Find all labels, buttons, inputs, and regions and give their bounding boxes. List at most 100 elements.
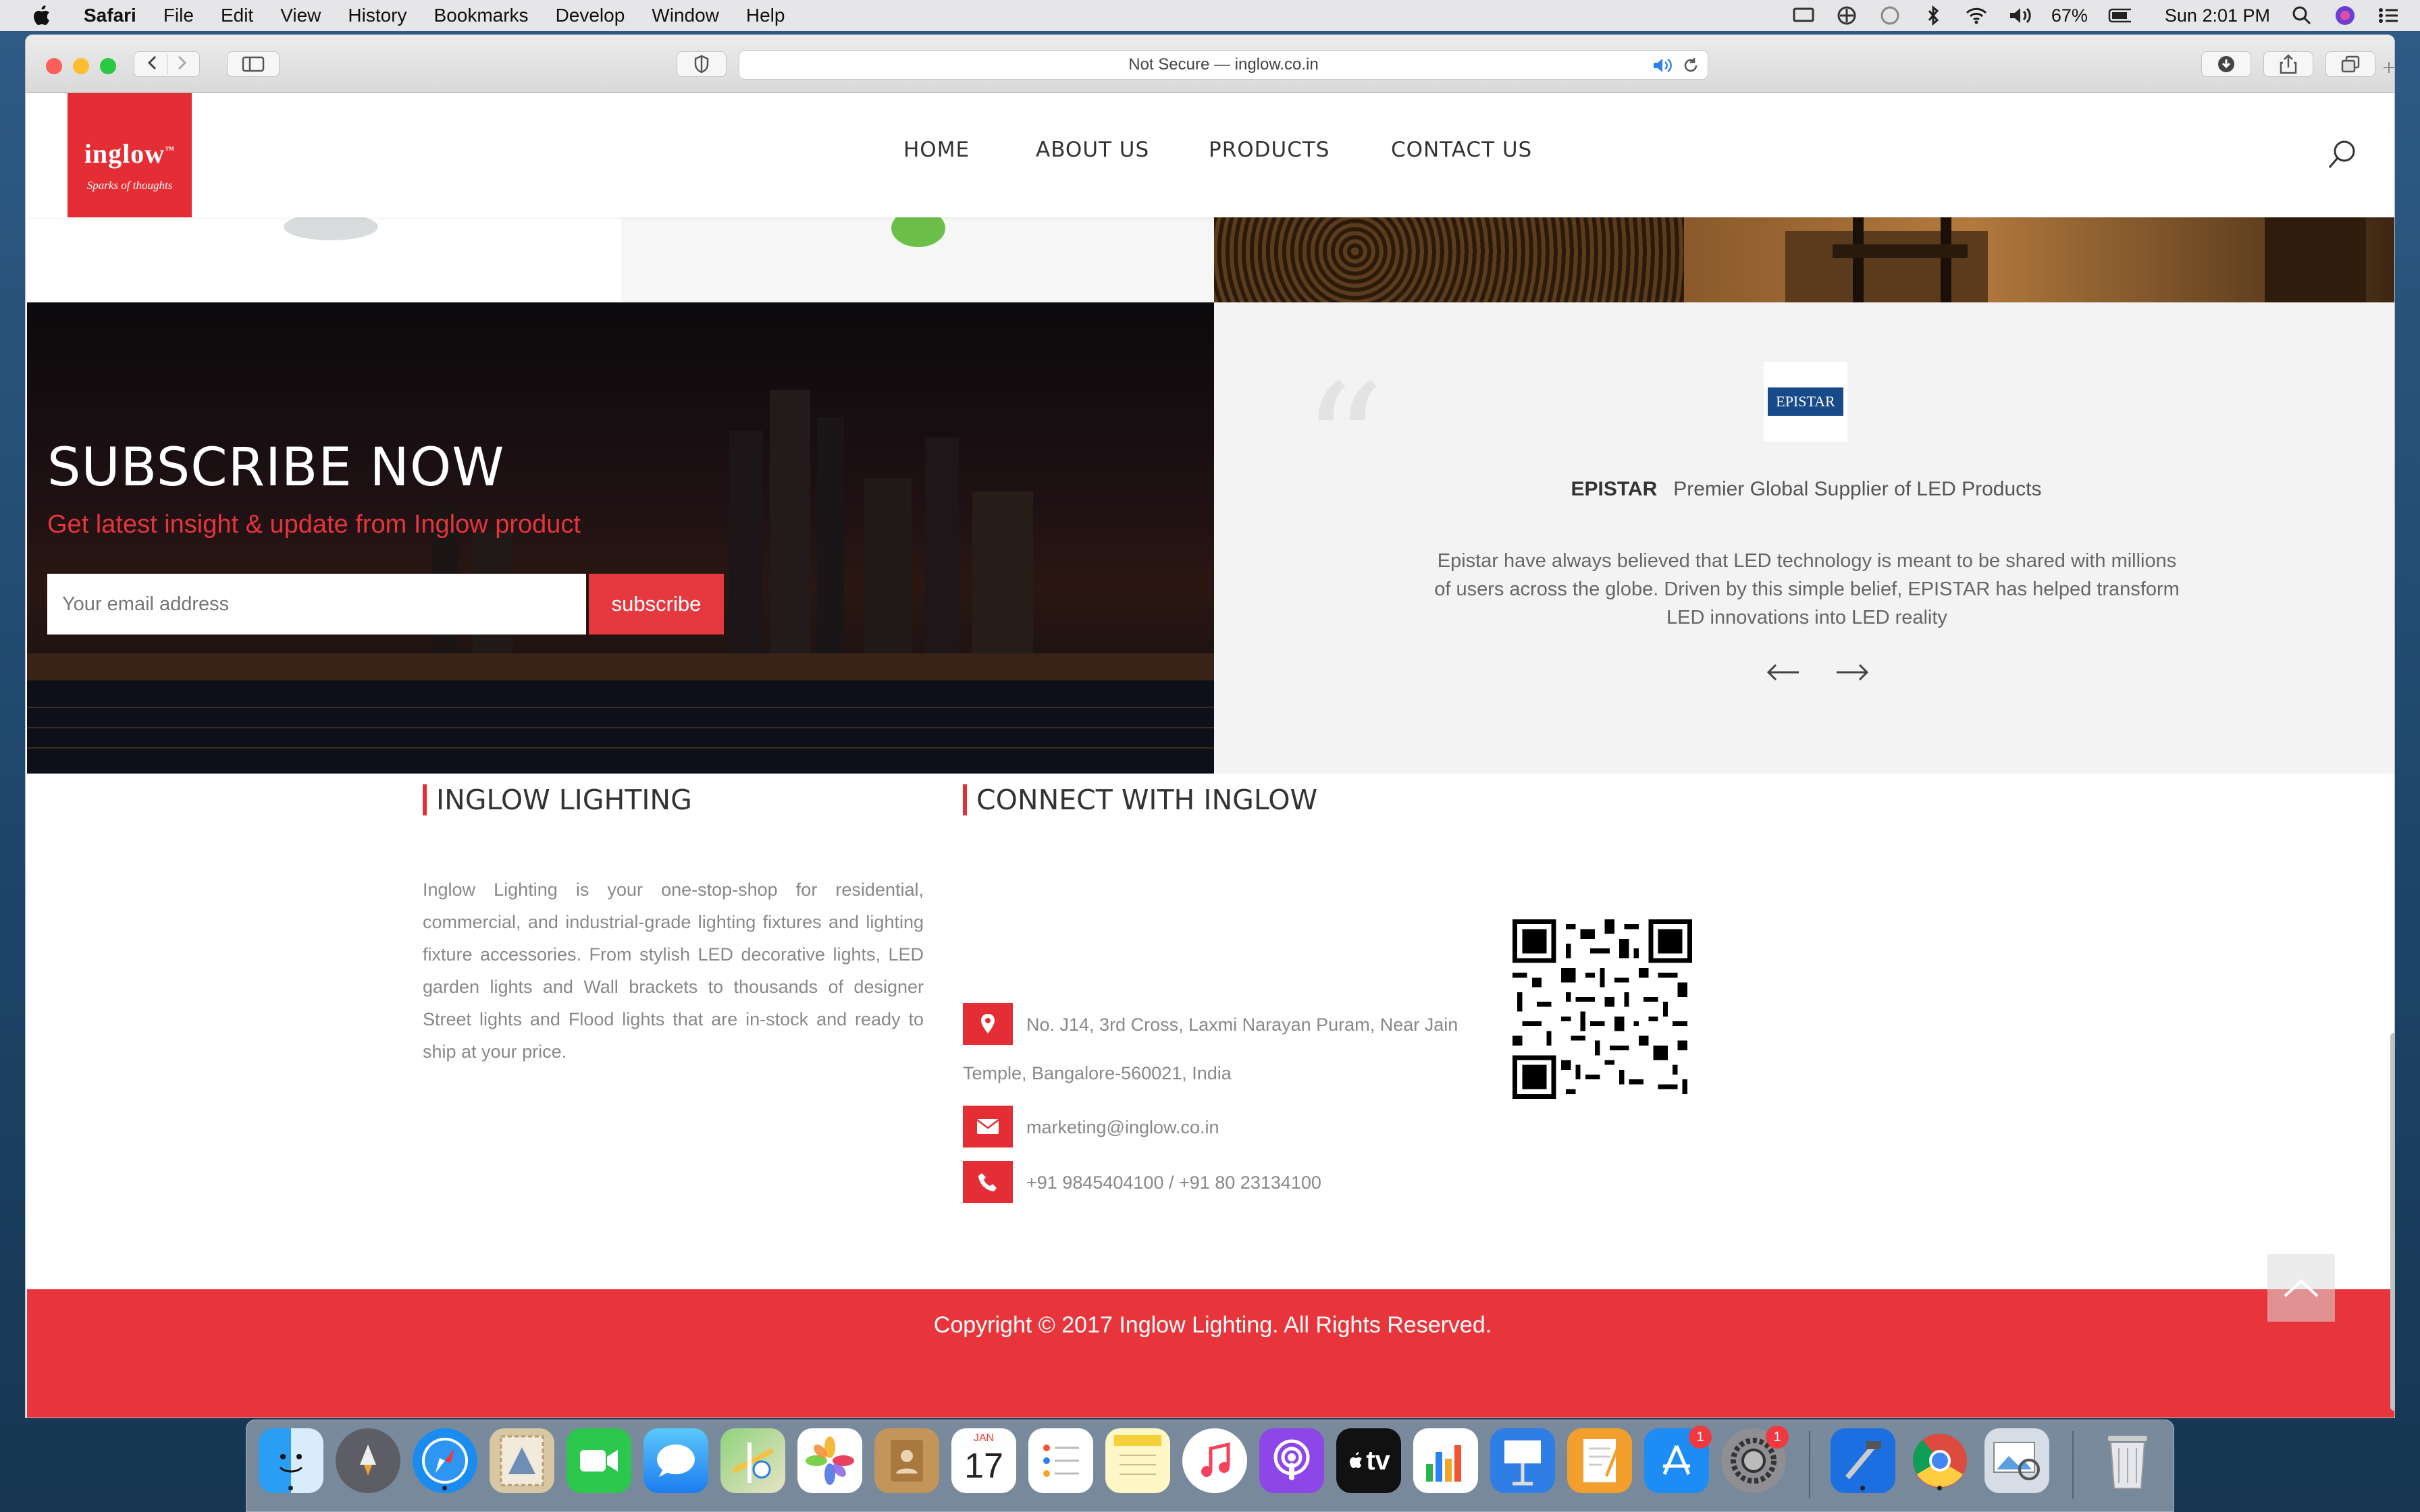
calendar-day: 17	[964, 1447, 1003, 1486]
launchpad-icon[interactable]	[336, 1428, 400, 1493]
zoom-window-button[interactable]	[100, 58, 116, 74]
xcode-icon[interactable]	[1831, 1428, 1895, 1493]
vpn-icon[interactable]	[1835, 4, 1858, 27]
messages-icon[interactable]	[643, 1428, 708, 1493]
menu-bookmarks[interactable]: Bookmarks	[434, 5, 529, 26]
subscribe-button[interactable]: subscribe	[589, 574, 724, 634]
volume-icon[interactable]	[2008, 4, 2031, 27]
nav-products[interactable]: PRODUCTS	[1209, 138, 1330, 162]
nav-contact-us[interactable]: CONTACT US	[1391, 138, 1532, 162]
copyright-bar: Copyright © 2017 Inglow Lighting. All Ri…	[27, 1289, 2394, 1418]
menu-edit[interactable]: Edit	[221, 5, 253, 26]
product-tile[interactable]	[27, 217, 621, 302]
menu-help[interactable]: Help	[746, 5, 785, 26]
safari-icon[interactable]	[413, 1428, 477, 1493]
subscribe-subtitle: Get latest insight & update from Inglow …	[47, 510, 581, 539]
reload-icon[interactable]	[1682, 57, 1700, 79]
facetime-icon[interactable]	[567, 1428, 631, 1493]
nav-about-us[interactable]: ABOUT US	[1036, 138, 1149, 162]
testimonial-name: EPISTAR	[1571, 478, 1658, 500]
spotlight-icon[interactable]	[2290, 4, 2313, 27]
apple-icon[interactable]	[27, 5, 57, 26]
menu-view[interactable]: View	[280, 5, 321, 26]
menu-app-name[interactable]: Safari	[84, 5, 136, 26]
preview-icon[interactable]	[1984, 1428, 2049, 1493]
site-search-icon[interactable]	[2327, 139, 2357, 173]
share-button[interactable]	[2263, 51, 2313, 77]
notification-center-icon[interactable]	[2377, 4, 2400, 27]
scroll-to-top-button[interactable]	[2267, 1254, 2335, 1322]
mail-stamp-icon[interactable]	[490, 1428, 554, 1493]
system-preferences-icon[interactable]: 1	[1721, 1426, 1789, 1493]
calendar-icon[interactable]: JAN 17	[951, 1428, 1016, 1493]
menu-file[interactable]: File	[163, 5, 194, 26]
testimonial-section: “ EPISTAR EPISTAR Premier Global Supplier…	[1214, 302, 2394, 774]
inglow-logo[interactable]: inglow™ Sparks of thoughts	[68, 93, 192, 217]
gallery-image[interactable]	[1214, 217, 1684, 302]
page-scrollbar[interactable]	[2390, 1033, 2394, 1411]
menu-develop[interactable]: Develop	[556, 5, 625, 26]
footer-connect-heading: CONNECT WITH INGLOW	[963, 784, 1317, 815]
forward-icon[interactable]	[174, 55, 189, 74]
maps-icon[interactable]	[720, 1428, 785, 1493]
site-header: inglow™ Sparks of thoughts HOME ABOUT US…	[27, 93, 2394, 217]
back-forward-buttons[interactable]	[134, 51, 200, 77]
epistar-logo: EPISTAR	[1764, 362, 1847, 441]
apple-tv-icon[interactable]: tv	[1336, 1428, 1401, 1493]
testimonial-role: Premier Global Supplier of LED Products	[1673, 478, 2042, 500]
epistar-logo-text: EPISTAR	[1768, 387, 1843, 416]
product-tile[interactable]	[621, 217, 1214, 302]
numbers-icon[interactable]	[1413, 1428, 1478, 1493]
footer-email-link[interactable]: marketing@inglow.co.in	[1026, 1103, 1219, 1152]
logo-trademark: ™	[165, 145, 176, 156]
new-tab-icon[interactable]	[2384, 62, 2394, 76]
running-indicator	[1860, 1486, 1865, 1490]
finder-icon[interactable]	[259, 1428, 323, 1493]
sidebar-toggle-button[interactable]	[227, 51, 280, 77]
address-bar[interactable]: Not Secure — inglow.co.in	[739, 50, 1708, 80]
display-icon[interactable]	[1792, 4, 1815, 27]
address-text: Not Secure — inglow.co.in	[1128, 55, 1319, 74]
privacy-shield-button[interactable]	[677, 51, 727, 77]
keynote-icon[interactable]	[1490, 1428, 1555, 1493]
music-icon[interactable]	[1182, 1428, 1247, 1493]
siri-icon[interactable]	[2334, 4, 2357, 27]
audio-playing-icon[interactable]	[1652, 57, 1674, 79]
email-icon	[963, 1106, 1013, 1148]
email-input[interactable]	[47, 574, 586, 634]
quote-icon: “	[1302, 350, 1385, 539]
notes-icon[interactable]	[1105, 1428, 1170, 1493]
prev-arrow-icon[interactable]	[1764, 660, 1804, 684]
battery-percent: 67%	[2051, 5, 2088, 26]
tabs-overview-button[interactable]	[2325, 51, 2375, 77]
back-icon[interactable]	[145, 55, 160, 74]
footer-phone: +91 9845404100 / +91 80 23134100	[1026, 1172, 1321, 1193]
nav-home[interactable]: HOME	[903, 138, 970, 162]
app-store-icon[interactable]: 1	[1644, 1426, 1712, 1493]
pages-icon[interactable]	[1567, 1428, 1632, 1493]
photos-icon[interactable]	[797, 1428, 862, 1493]
bluetooth-icon[interactable]	[1922, 4, 1945, 27]
running-indicator	[442, 1486, 447, 1490]
menu-history[interactable]: History	[348, 5, 406, 26]
copyright-text: Copyright © 2017 Inglow Lighting. All Ri…	[933, 1312, 1492, 1338]
logo-tagline: Sparks of thoughts	[86, 179, 173, 192]
wifi-icon[interactable]	[1965, 4, 1988, 27]
minimize-window-button[interactable]	[73, 58, 89, 74]
battery-icon[interactable]	[2108, 4, 2131, 27]
podcasts-icon[interactable]	[1259, 1428, 1324, 1493]
menu-bar: Safari File Edit View History Bookmarks …	[0, 0, 2420, 31]
search-tool-icon[interactable]	[1878, 4, 1901, 27]
trash-icon[interactable]	[2095, 1428, 2160, 1493]
dock-divider	[1809, 1431, 1810, 1498]
contacts-icon[interactable]	[874, 1428, 939, 1493]
reminders-icon[interactable]	[1028, 1428, 1093, 1493]
footer-about-text: Inglow Lighting is your one-stop-shop fo…	[423, 880, 924, 1062]
close-window-button[interactable]	[46, 58, 62, 74]
next-arrow-icon[interactable]	[1831, 660, 1872, 684]
menu-window[interactable]: Window	[652, 5, 719, 26]
downloads-button[interactable]	[2201, 51, 2251, 77]
gallery-image[interactable]	[1684, 217, 2394, 302]
menu-clock[interactable]: Sun 2:01 PM	[2165, 5, 2270, 26]
chrome-icon[interactable]	[1908, 1428, 1972, 1493]
